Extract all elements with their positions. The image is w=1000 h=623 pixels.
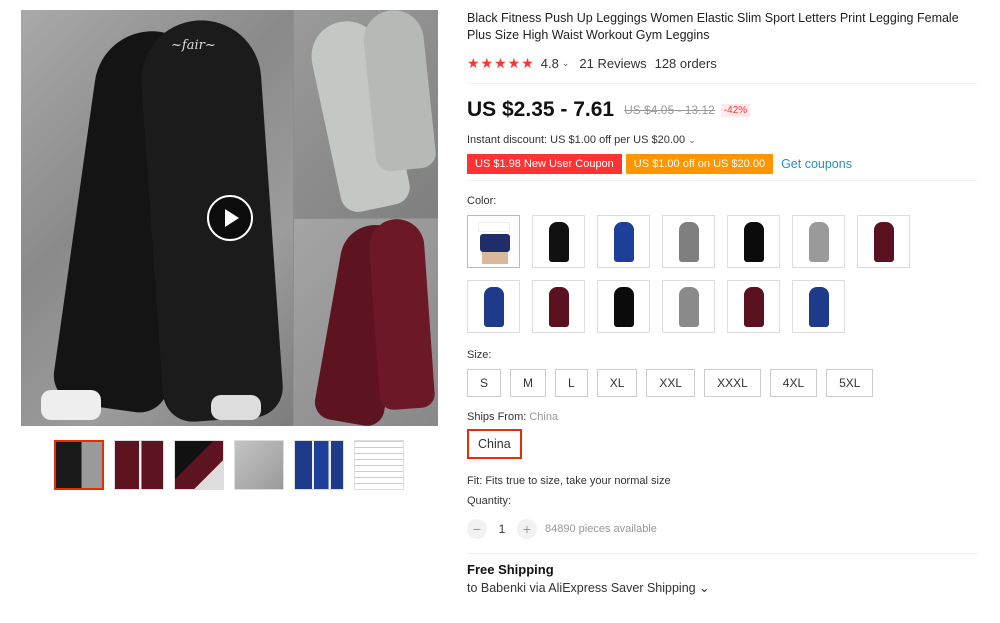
chevron-down-icon: ⌄ xyxy=(688,135,696,145)
color-swatch-5[interactable] xyxy=(727,215,780,268)
size-option-xxxl[interactable]: XXXL xyxy=(704,369,761,397)
play-icon xyxy=(225,209,239,227)
price-row: US $2.35 - 7.61 US $4.05 - 13.12 -42% xyxy=(467,98,977,122)
color-swatch-1[interactable] xyxy=(467,215,520,268)
current-price: US $2.35 - 7.61 xyxy=(467,98,615,121)
color-label: Color: xyxy=(467,195,497,207)
color-swatch-7[interactable] xyxy=(857,215,910,268)
quantity-stepper: − 1 + 84890 pieces available xyxy=(467,519,977,539)
swatch-pant xyxy=(679,287,699,327)
quantity-minus-button[interactable]: − xyxy=(467,519,487,539)
get-coupons-link[interactable]: Get coupons xyxy=(781,157,852,171)
instant-discount-text: Instant discount: US $1.00 off per US $2… xyxy=(467,134,686,146)
quantity-plus-button[interactable]: + xyxy=(517,519,537,539)
color-swatch-11[interactable] xyxy=(662,280,715,333)
reviews-link[interactable]: 21 Reviews xyxy=(579,56,646,71)
color-swatch-6[interactable] xyxy=(792,215,845,268)
quantity-label: Quantity: xyxy=(467,495,512,507)
color-swatches xyxy=(467,215,977,333)
swatch-top xyxy=(478,222,510,232)
ships-from-text: Ships From: xyxy=(467,411,527,423)
thumbnail-size-chart[interactable] xyxy=(354,440,404,490)
swatch-shorts xyxy=(480,234,510,252)
fit-info: Fit: Fits true to size, take your normal… xyxy=(467,475,671,487)
sneaker-left xyxy=(41,390,101,420)
instant-discount[interactable]: Instant discount: US $1.00 off per US $2… xyxy=(467,134,977,146)
discount-badge: -42% xyxy=(720,103,751,117)
product-gallery: ~fair~ xyxy=(21,10,438,426)
thumbnail-strip xyxy=(54,440,404,490)
size-option-m[interactable]: M xyxy=(510,369,547,397)
size-option-s[interactable]: S xyxy=(467,369,502,397)
image-panel-burgundy xyxy=(294,217,438,426)
sneaker-right xyxy=(211,395,261,420)
thumbnail-2[interactable] xyxy=(114,440,164,490)
size-label: Size: xyxy=(467,349,492,361)
color-swatch-13[interactable] xyxy=(792,280,845,333)
swatch-pant xyxy=(679,222,699,262)
chevron-down-icon[interactable]: ⌄ xyxy=(562,58,570,69)
swatch-pant xyxy=(484,287,504,327)
image-panel-grey xyxy=(294,10,438,218)
thumbnail-4[interactable] xyxy=(234,440,284,490)
size-options: S M L XL XXL XXXL 4XL 5XL xyxy=(467,369,977,397)
color-swatch-10[interactable] xyxy=(597,280,650,333)
ships-from-label: Ships From: China xyxy=(467,411,977,423)
divider xyxy=(467,553,977,554)
size-option-4xl[interactable]: 4XL xyxy=(769,369,818,397)
color-swatch-4[interactable] xyxy=(662,215,715,268)
ships-from-value: China xyxy=(529,411,559,423)
product-info: Black Fitness Push Up Leggings Women Ela… xyxy=(467,10,977,595)
logo-script: ~fair~ xyxy=(171,38,216,53)
rating-stars: ★★★★★ xyxy=(467,54,535,71)
available-stock: 84890 pieces available xyxy=(545,523,657,535)
ships-from-china-option[interactable]: China xyxy=(467,429,522,459)
thumbnail-5[interactable] xyxy=(294,440,344,490)
size-option-xxl[interactable]: XXL xyxy=(646,369,696,397)
rating-score[interactable]: 4.8 xyxy=(541,56,559,71)
divider xyxy=(467,180,977,181)
swatch-pant xyxy=(744,287,764,327)
size-option-xl[interactable]: XL xyxy=(596,369,638,397)
swatch-pant xyxy=(549,287,569,327)
swatch-pant xyxy=(809,222,829,262)
original-price: US $4.05 - 13.12 xyxy=(624,103,715,117)
swatch-pant xyxy=(874,222,894,262)
thumbnail-3[interactable] xyxy=(174,440,224,490)
thumbnail-1[interactable] xyxy=(54,440,104,490)
swatch-pant xyxy=(744,222,764,262)
size-option-l[interactable]: L xyxy=(555,369,588,397)
coupon-row: US $1.98 New User Coupon US $1.00 off on… xyxy=(467,154,977,174)
quantity-input[interactable]: 1 xyxy=(487,522,517,536)
size-option-5xl[interactable]: 5XL xyxy=(826,369,874,397)
swatch-pant xyxy=(549,222,569,262)
color-swatch-3[interactable] xyxy=(597,215,650,268)
divider xyxy=(467,83,977,84)
shipping-title: Free Shipping xyxy=(467,562,554,577)
swatch-pant xyxy=(614,287,634,327)
shipping-detail[interactable]: to Babenki via AliExpress Saver Shipping… xyxy=(467,580,977,595)
color-swatch-8[interactable] xyxy=(467,280,520,333)
color-swatch-2[interactable] xyxy=(532,215,585,268)
rating-row: ★★★★★ 4.8 ⌄ 21 Reviews 128 orders xyxy=(467,55,977,71)
swatch-legs xyxy=(482,252,508,264)
product-title: Black Fitness Push Up Leggings Women Ela… xyxy=(467,11,959,42)
swatch-pant xyxy=(614,222,634,262)
main-product-image[interactable]: ~fair~ xyxy=(21,10,438,426)
color-swatch-12[interactable] xyxy=(727,280,780,333)
store-coupon[interactable]: US $1.00 off on US $20.00 xyxy=(625,154,774,174)
play-video-button[interactable] xyxy=(207,195,253,241)
swatch-pant xyxy=(809,287,829,327)
orders-count: 128 orders xyxy=(654,55,717,71)
color-swatch-9[interactable] xyxy=(532,280,585,333)
new-user-coupon[interactable]: US $1.98 New User Coupon xyxy=(467,154,622,174)
